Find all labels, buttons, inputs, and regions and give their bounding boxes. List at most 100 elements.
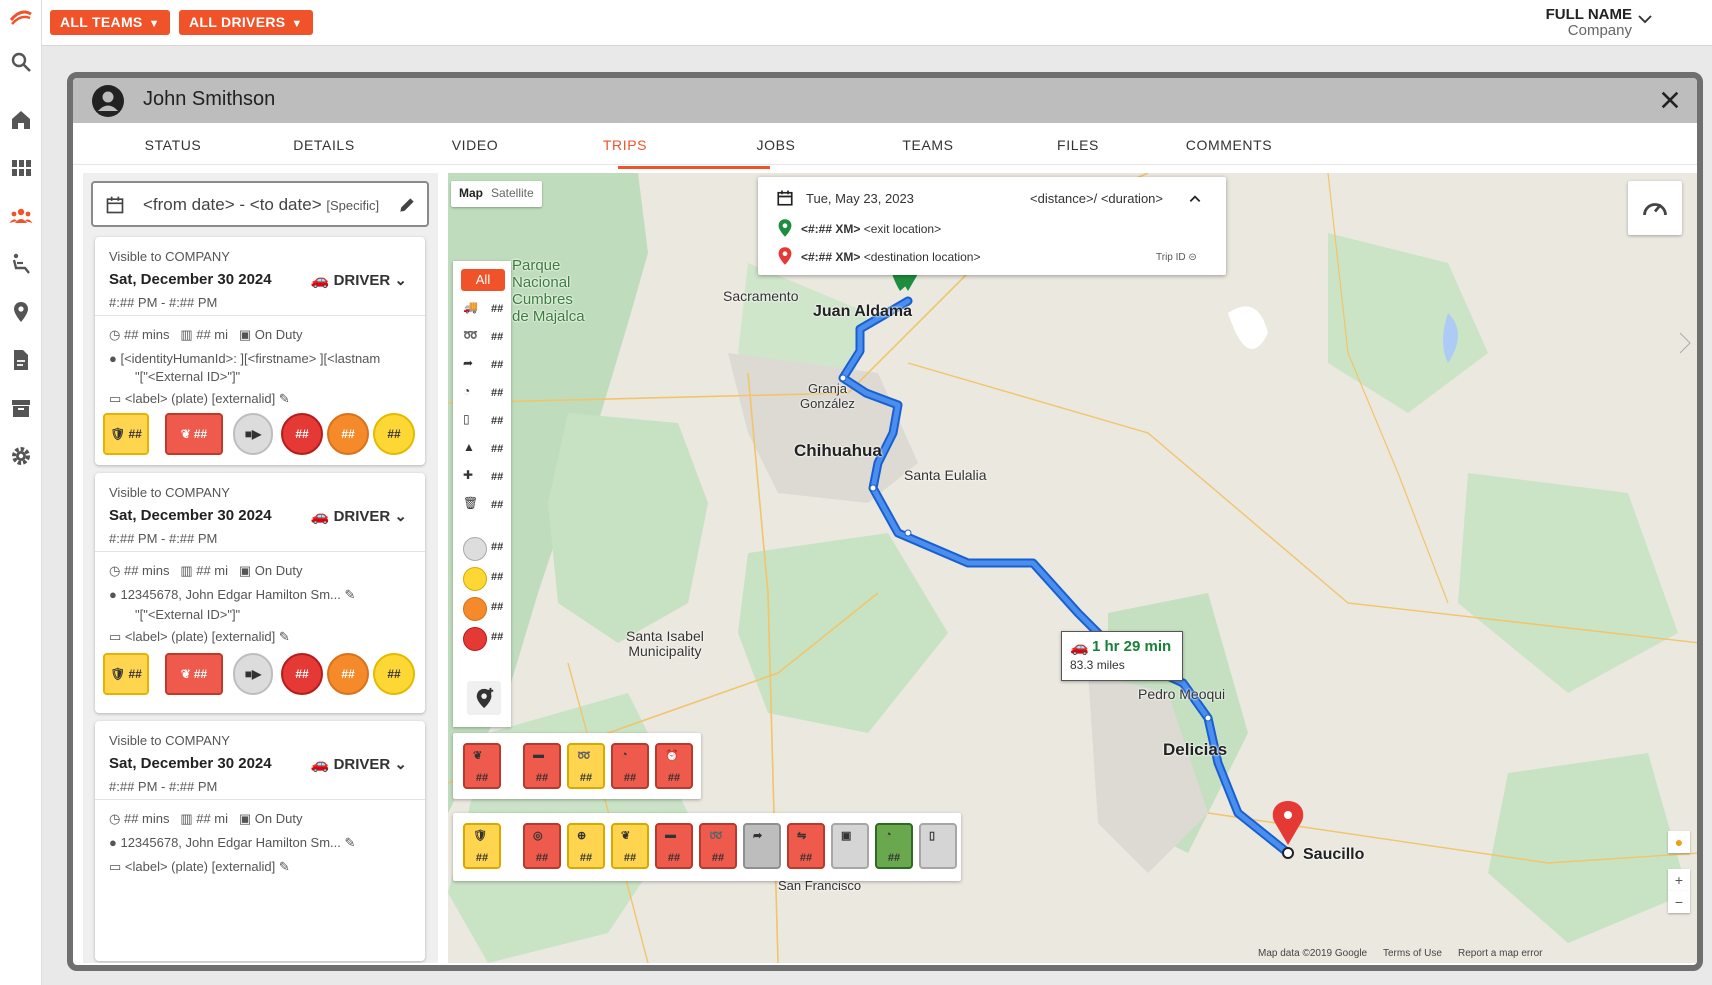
- filter-red[interactable]: ##: [461, 627, 509, 651]
- trip-info-card[interactable]: Tue, May 23, 2023 <distance>/ <duration>…: [758, 177, 1226, 275]
- map-type-satellite[interactable]: Satellite: [491, 186, 534, 200]
- tray-lane-badge[interactable]: ⇋ ##: [787, 823, 825, 869]
- video-camera-badge[interactable]: ■▶: [233, 413, 273, 455]
- filter-speed[interactable]: ◔ ##: [461, 383, 509, 405]
- map-type-toggle[interactable]: Map Satellite: [451, 181, 542, 207]
- zoom-in-button[interactable]: +: [1668, 869, 1690, 891]
- tray-truck-badge[interactable]: ▬ ##: [655, 823, 693, 869]
- trip-visibility: Visible to COMPANY: [109, 485, 230, 500]
- terms-link[interactable]: Terms of Use: [1383, 948, 1442, 959]
- map-type-map[interactable]: Map: [459, 186, 483, 200]
- eco-badge[interactable]: ❦ ##: [165, 413, 223, 455]
- search-icon[interactable]: [9, 50, 33, 74]
- user-full-name[interactable]: FULL NAME: [1546, 6, 1632, 23]
- filter-warning[interactable]: ▲ ##: [461, 439, 509, 461]
- trip-time: #:## PM - #:## PM: [109, 295, 218, 310]
- tray-steering-badge[interactable]: ◎ ##: [523, 823, 561, 869]
- seat-icon[interactable]: [9, 252, 33, 276]
- tray-speed-badge[interactable]: ◔ ##: [611, 743, 649, 789]
- all-drivers-dropdown[interactable]: ALL DRIVERS ▼: [179, 10, 313, 35]
- filter-truck[interactable]: 🚚 ##: [461, 299, 509, 321]
- trip-card[interactable]: Visible to COMPANY Sat, December 30 2024…: [95, 473, 425, 713]
- map-label-saucillo: Saucillo: [1303, 846, 1365, 863]
- eco-badge[interactable]: ❦ ##: [165, 653, 223, 695]
- trip-vehicle: <label> (plate) [externalid]: [124, 629, 276, 644]
- yellow-event-badge[interactable]: ##: [373, 653, 415, 695]
- car-icon: 🚗: [310, 756, 334, 773]
- tray-shield-badge[interactable]: 🛡 ##: [463, 823, 501, 869]
- zoom-out-button[interactable]: −: [1668, 891, 1690, 913]
- safety-shield-badge[interactable]: 🛡 ##: [103, 653, 149, 695]
- settings-gear-icon[interactable]: [9, 444, 33, 468]
- tray-bus-badge[interactable]: ▣: [831, 823, 869, 869]
- tab-files[interactable]: FILES: [1057, 137, 1099, 153]
- tray-swerve-badge[interactable]: ➿ ##: [699, 823, 737, 869]
- orange-event-badge[interactable]: ##: [327, 653, 369, 695]
- filter-video[interactable]: ##: [461, 537, 509, 561]
- tab-comments[interactable]: COMMENTS: [1186, 137, 1272, 153]
- street-view-icon[interactable]: ●: [1668, 831, 1690, 853]
- close-icon[interactable]: [1659, 89, 1681, 111]
- edit-pencil-icon[interactable]: [397, 195, 417, 215]
- trip-card[interactable]: Visible to COMPANY Sat, December 30 2024…: [95, 237, 425, 465]
- driver-detail-modal: John Smithson STATUS DETAILS VIDEO TRIPS…: [67, 72, 1703, 971]
- filter-yellow[interactable]: ##: [461, 567, 509, 591]
- map-label-park: Parque Nacional Cumbres de Majalca: [512, 257, 585, 325]
- tab-status[interactable]: STATUS: [145, 137, 202, 153]
- driver-role-dropdown[interactable]: 🚗 DRIVER ⌄: [311, 755, 407, 773]
- tray-eco-badge[interactable]: ❦ ##: [463, 743, 501, 789]
- car-icon: 🚗: [310, 272, 334, 289]
- all-teams-dropdown[interactable]: ALL TEAMS ▼: [50, 10, 170, 35]
- safety-shield-badge[interactable]: 🛡 ##: [103, 413, 149, 455]
- report-error-link[interactable]: Report a map error: [1458, 948, 1542, 959]
- home-icon[interactable]: [9, 108, 33, 132]
- driver-role-dropdown[interactable]: 🚗 DRIVER ⌄: [311, 507, 407, 525]
- tray-leaf-badge[interactable]: ❦ ##: [611, 823, 649, 869]
- driver-role-dropdown[interactable]: 🚗 DRIVER ⌄: [311, 271, 407, 289]
- trip-date: Sat, December 30 2024: [109, 507, 272, 524]
- document-icon[interactable]: [9, 348, 33, 372]
- date-range-filter[interactable]: <from date> - <to date> [Specific]: [91, 181, 429, 227]
- red-event-badge[interactable]: ##: [281, 653, 323, 695]
- trip-identity-row: ● 12345678, John Edgar Hamilton Sm... ✎: [109, 835, 356, 850]
- people-icon[interactable]: [9, 204, 33, 228]
- chevron-up-icon[interactable]: [1188, 192, 1202, 206]
- filter-crash[interactable]: ✚ ##: [461, 467, 509, 489]
- tray-gauge-badge[interactable]: ◔ ##: [875, 823, 913, 869]
- filter-swerve[interactable]: ➿ ##: [461, 327, 509, 349]
- alarm-clock-icon: ⏰: [665, 750, 679, 762]
- tray-target-badge[interactable]: ⊕ ##: [567, 823, 605, 869]
- tab-trips[interactable]: TRIPS: [603, 137, 647, 153]
- trip-id-label: Trip ID: [1156, 252, 1186, 263]
- filter-all-button[interactable]: All: [461, 269, 505, 291]
- trip-map[interactable]: Map Satellite Parque Nacional Cumbres de …: [448, 173, 1697, 963]
- dashboard-grid-icon[interactable]: [9, 156, 33, 180]
- video-camera-badge[interactable]: ■▶: [233, 653, 273, 695]
- speedometer-button[interactable]: [1628, 181, 1682, 235]
- user-menu-chevron-icon[interactable]: [1636, 10, 1654, 28]
- filter-phone[interactable]: ▯ ##: [461, 411, 509, 433]
- trip-list-panel[interactable]: <from date> - <to date> [Specific] Visib…: [83, 173, 438, 963]
- red-event-badge[interactable]: ##: [281, 413, 323, 455]
- tray-alarm-badge[interactable]: ⏰ ##: [655, 743, 693, 789]
- tray-turn-badge[interactable]: ➦: [743, 823, 781, 869]
- orange-event-badge[interactable]: ##: [327, 413, 369, 455]
- tab-jobs[interactable]: JOBS: [757, 137, 796, 153]
- filter-trash[interactable]: 🗑 ##: [461, 495, 509, 517]
- location-pin-icon[interactable]: [9, 300, 33, 324]
- tray-phone-badge[interactable]: ▯: [919, 823, 957, 869]
- filter-orange[interactable]: ##: [461, 597, 509, 621]
- tray-swerve-badge[interactable]: ➿ ##: [567, 743, 605, 789]
- trip-card[interactable]: Visible to COMPANY Sat, December 30 2024…: [95, 721, 425, 961]
- trip-id-link[interactable]: Trip ID ⊝: [1156, 252, 1197, 263]
- filter-turn[interactable]: ➦ ##: [461, 355, 509, 377]
- archive-icon[interactable]: [9, 396, 33, 420]
- tab-teams[interactable]: TEAMS: [902, 137, 953, 153]
- yellow-event-badge[interactable]: ##: [373, 413, 415, 455]
- tray-truck-badge[interactable]: ▬ ##: [523, 743, 561, 789]
- top-bar: ALL TEAMS ▼ ALL DRIVERS ▼ FULL NAME Compan…: [42, 0, 1712, 46]
- tab-video[interactable]: VIDEO: [452, 137, 499, 153]
- chevron-down-icon: ▼: [148, 18, 160, 30]
- add-location-button[interactable]: [467, 681, 501, 715]
- tab-details[interactable]: DETAILS: [293, 137, 355, 153]
